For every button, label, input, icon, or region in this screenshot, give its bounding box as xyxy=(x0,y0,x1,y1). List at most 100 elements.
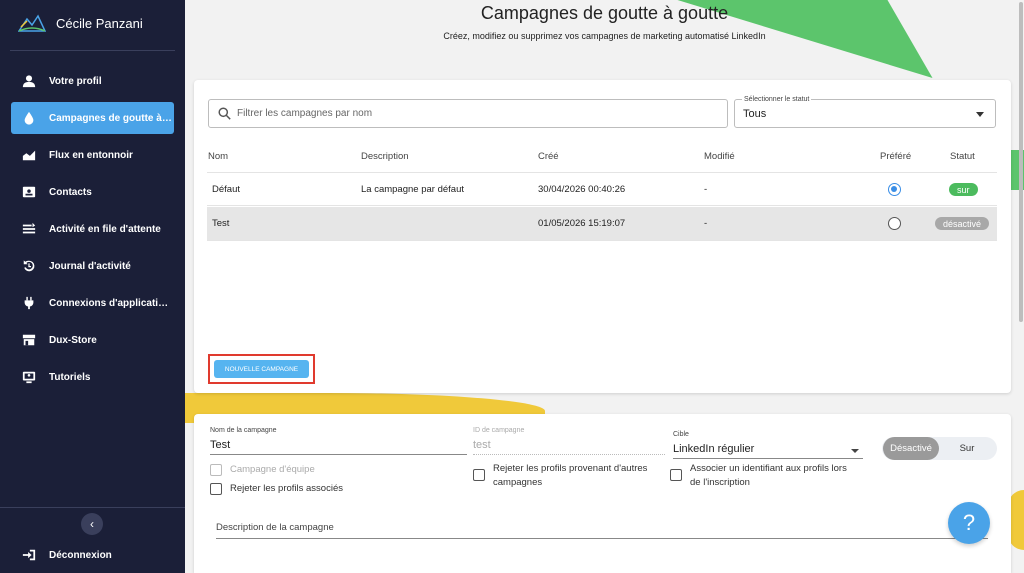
new-campaign-button[interactable]: NOUVELLE CAMPAGNE xyxy=(214,360,309,378)
reject-associated-checkbox[interactable]: Rejeter les profils associés xyxy=(210,482,343,496)
toggle-option-disabled[interactable]: Désactivé xyxy=(883,437,939,460)
table-row[interactable]: Test 01/05/2026 15:19:07 - désactivé xyxy=(207,207,997,241)
toggle-option-on[interactable]: Sur xyxy=(939,437,995,460)
checkbox-label: Rejeter les profils provenant d'autres c… xyxy=(493,463,648,488)
sidebar-item-dux-store[interactable]: Dux-Store xyxy=(11,324,174,356)
sidebar-item-label: Dux-Store xyxy=(49,334,97,346)
checkbox-box xyxy=(210,464,222,476)
sidebar-item-label: Tutoriels xyxy=(49,371,91,383)
sidebar-divider xyxy=(10,50,175,51)
cell-description: La campagne par défaut xyxy=(361,184,464,195)
checkbox-label: Campagne d'équipe xyxy=(230,464,315,475)
user-icon xyxy=(21,73,37,89)
target-label: Cible xyxy=(673,431,689,438)
status-badge: désactivé xyxy=(935,217,990,230)
target-value: LinkedIn régulier xyxy=(673,443,863,459)
column-header-status[interactable]: Statut xyxy=(950,151,975,162)
sidebar-item-drip-campaigns[interactable]: Campagnes de goutte à goutte xyxy=(11,102,174,134)
sidebar-item-label: Activité en file d'attente xyxy=(49,223,161,235)
status-toggle[interactable]: Désactivé Sur xyxy=(882,437,997,460)
campaign-editor-card: Nom de la campagne Test ID de campagne t… xyxy=(194,414,1011,573)
cell-modified: - xyxy=(704,184,708,195)
drop-icon xyxy=(21,110,37,126)
cell-name: Défaut xyxy=(212,184,240,195)
sidebar-item-label: Campagnes de goutte à goutte xyxy=(49,112,174,124)
search-input[interactable] xyxy=(237,108,717,119)
scrollbar-thumb[interactable] xyxy=(1019,2,1023,322)
campaign-name-label: Nom de la campagne xyxy=(210,427,277,434)
logout-button[interactable]: Déconnexion xyxy=(11,539,174,571)
status-select[interactable]: Sélectionner le statut Tous xyxy=(734,96,996,128)
column-header-description[interactable]: Description xyxy=(361,151,409,162)
column-header-preferred[interactable]: Préféré xyxy=(880,151,911,162)
sidebar: Cécile Panzani Votre profil Campagnes de… xyxy=(0,0,185,573)
status-select-label: Sélectionner le statut xyxy=(742,96,812,103)
sidebar-item-queued-activity[interactable]: Activité en file d'attente xyxy=(11,213,174,245)
campaign-id-input: test xyxy=(473,439,665,455)
sidebar-item-contacts[interactable]: Contacts xyxy=(11,176,174,208)
store-icon xyxy=(21,332,37,348)
logout-icon xyxy=(21,547,37,563)
chevron-left-icon: ‹ xyxy=(90,517,94,531)
user-name: Cécile Panzani xyxy=(56,15,143,31)
new-campaign-highlight: NOUVELLE CAMPAGNE xyxy=(208,354,315,384)
page-title: Campagnes de goutte à goutte xyxy=(480,3,729,23)
help-button[interactable]: ? xyxy=(948,502,990,544)
sidebar-item-label: Votre profil xyxy=(49,75,102,87)
sidebar-item-funnel[interactable]: Flux en entonnoir xyxy=(11,139,174,171)
table-row[interactable]: Défaut La campagne par défaut 30/04/2026… xyxy=(207,172,997,206)
checkbox-box[interactable] xyxy=(670,469,682,481)
area-chart-icon xyxy=(21,147,37,163)
campaigns-card: Sélectionner le statut Tous Nom Descript… xyxy=(194,80,1011,393)
sidebar-item-label: Connexions d'applications xyxy=(49,297,174,309)
sidebar-item-activity-log[interactable]: Journal d'activité xyxy=(11,250,174,282)
campaign-id-label: ID de campagne xyxy=(473,427,525,434)
column-header-name[interactable]: Nom xyxy=(208,151,228,162)
sidebar-item-label: Flux en entonnoir xyxy=(49,149,133,161)
page-subtitle: Créez, modifiez ou supprimez vos campagn… xyxy=(443,31,766,41)
sidebar-item-app-connections[interactable]: Connexions d'applications xyxy=(11,287,174,319)
tutorial-icon xyxy=(21,369,37,385)
sidebar-item-label: Contacts xyxy=(49,186,92,198)
checkbox-box[interactable] xyxy=(210,483,222,495)
campaign-name-field[interactable]: Nom de la campagne Test xyxy=(210,427,467,455)
sidebar-item-profile[interactable]: Votre profil xyxy=(11,65,174,97)
sidebar-divider-bottom xyxy=(0,507,185,508)
checkbox-box[interactable] xyxy=(473,469,485,481)
search-icon xyxy=(218,107,231,120)
campaign-name-input[interactable]: Test xyxy=(210,439,467,455)
assign-id-checkbox[interactable]: Associer un identifiant aux profils lors… xyxy=(670,462,860,490)
cell-created: 01/05/2026 15:19:07 xyxy=(538,218,626,229)
cell-name: Test xyxy=(212,218,230,229)
logo-icon xyxy=(18,14,46,32)
caret-down-icon xyxy=(851,449,859,453)
brand: Cécile Panzani xyxy=(18,13,143,33)
logout-label: Déconnexion xyxy=(49,549,112,561)
column-header-modified[interactable]: Modifié xyxy=(704,151,735,162)
campaign-description-field[interactable]: Description de la campagne xyxy=(216,522,988,539)
checkbox-label: Associer un identifiant aux profils lors… xyxy=(690,463,847,488)
team-campaign-checkbox: Campagne d'équipe xyxy=(210,463,315,477)
question-icon: ? xyxy=(962,510,976,535)
status-select-value: Tous xyxy=(743,108,767,120)
column-header-created[interactable]: Créé xyxy=(538,151,559,162)
cell-modified: - xyxy=(704,218,708,229)
status-badge: sur xyxy=(949,183,978,196)
plug-icon xyxy=(21,295,37,311)
caret-down-icon xyxy=(976,112,984,117)
scrollbar[interactable] xyxy=(1018,0,1024,322)
target-select[interactable]: Cible LinkedIn régulier xyxy=(673,431,863,459)
sidebar-item-tutorials[interactable]: Tutoriels xyxy=(11,361,174,393)
campaign-id-field: ID de campagne test xyxy=(473,427,665,455)
cell-created: 30/04/2026 00:40:26 xyxy=(538,184,626,195)
search-field[interactable] xyxy=(208,99,728,128)
sidebar-item-label: Journal d'activité xyxy=(49,260,131,272)
collapse-sidebar-button[interactable]: ‹ xyxy=(81,513,103,535)
preferred-radio[interactable] xyxy=(888,183,901,196)
history-icon xyxy=(21,258,37,274)
contact-card-icon xyxy=(21,184,37,200)
queue-list-icon xyxy=(21,221,37,237)
preferred-radio[interactable] xyxy=(888,217,901,230)
checkbox-label: Rejeter les profils associés xyxy=(230,483,343,494)
reject-other-campaigns-checkbox[interactable]: Rejeter les profils provenant d'autres c… xyxy=(473,462,658,490)
